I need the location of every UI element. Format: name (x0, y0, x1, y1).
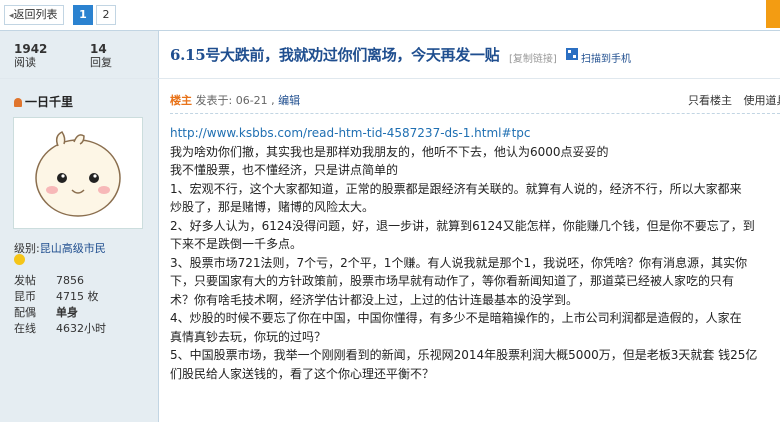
post-line: 们股民给人家送钱的，看了这个你心理还平衡不？ (170, 366, 435, 381)
replies-stat: 14 回复 (90, 42, 112, 70)
post-link[interactable]: http://www.ksbbs.com/read-htm-tid-458723… (170, 124, 780, 143)
author-name[interactable]: 一日千里 (14, 93, 73, 110)
smiley-icon (14, 254, 25, 265)
edit-link[interactable]: 编辑 (278, 94, 300, 107)
post-line: 我为啥劝你们撤，其实我也是那样劝我朋友的，他听不下去，他认为6000点妥妥的 (170, 144, 609, 159)
profile-value: 4632小时 (56, 322, 106, 335)
post-meta: 楼主 发表于: 06-21 , 编辑 (170, 92, 300, 108)
scan-to-phone-link[interactable]: 扫描到手机 (581, 50, 631, 65)
header-divider (0, 78, 780, 79)
post-line: 3、股票市场721法则，7个亏，2个平，1个赚。有人说我就是那个1，我说呸，你凭… (170, 255, 748, 270)
avatar[interactable] (13, 117, 143, 229)
profile-key: 在线 (14, 322, 36, 335)
profile-row: 昆币 4715 枚 (14, 290, 99, 304)
post-line: 5、中国股票市场，我举一个刚刚看到的新闻，乐视网2014年股票利润大概5000万… (170, 348, 758, 362)
back-to-list-button[interactable]: ◂返回列表 (4, 5, 64, 25)
profile-value: 4715 枚 (56, 290, 99, 303)
column-divider (158, 31, 159, 422)
post-line: 1、宏观不行，这个大家都知道，正常的股票都是跟经济有关联的。就算有人说的，经济不… (170, 181, 742, 196)
profile-value: 单身 (56, 306, 78, 319)
thread-title: 6.15号大跌前，我就劝过你们离场，今天再发一贴 (170, 46, 500, 64)
post-line: 术？你有啥毛技术啊，经济学估计都没上过，上过的估计连最基本的没学到。 (170, 292, 579, 307)
top-toolbar: ◂返回列表 1 2 (0, 0, 780, 30)
page-button-2[interactable]: 2 (96, 5, 116, 25)
profile-row: 发帖 7856 (14, 274, 84, 288)
post-line: 下来不是跌倒一千多点。 (170, 237, 303, 251)
replies-label: 回复 (90, 56, 112, 69)
post-actions: 只看楼主 使用道具 (688, 92, 780, 108)
user-icon (14, 98, 22, 107)
profile-key: 昆币 (14, 290, 36, 303)
qr-code-icon[interactable] (566, 48, 578, 60)
profile-key: 发帖 (14, 274, 36, 287)
page-button-1[interactable]: 1 (73, 5, 93, 25)
post-line: 4、炒股的时候不要忘了你在中国，中国你懂得，有多少不是暗箱操作的，上市公司利润都… (170, 311, 742, 325)
replies-count: 14 (90, 42, 107, 56)
author-name-label: 一日千里 (25, 95, 74, 109)
profile-value: 7856 (56, 274, 84, 287)
post-line: 炒股了，那是赌博，赌博的风险太大。 (170, 200, 375, 214)
views-stat: 1942 阅读 (14, 42, 47, 70)
profile-row: 在线 4632小时 (14, 322, 106, 336)
use-tool-link[interactable]: 使用道具 (744, 94, 780, 107)
post-line: 下，只要国家有大的方针政策前，股票市场早就有动作了，等你看新闻知道了，那道菜已经… (170, 274, 735, 288)
level-link[interactable]: 昆山高级市民 (40, 242, 106, 255)
reply-button[interactable] (766, 0, 780, 28)
post-line: 真情真钞去玩，你玩的过吗？ (170, 329, 327, 344)
post-body: http://www.ksbbs.com/read-htm-tid-458723… (170, 124, 780, 383)
profile-key: 配偶 (14, 306, 36, 319)
only-owner-link[interactable]: 只看楼主 (688, 94, 732, 107)
views-count: 1942 (14, 42, 48, 56)
copy-link-button[interactable]: [复制链接] (509, 50, 557, 65)
profile-row: 配偶 单身 (14, 306, 78, 320)
back-to-list-label: 返回列表 (13, 8, 58, 21)
author-level: 级别:昆山高级市民 (14, 240, 106, 256)
post-date: 发表于: 06-21 , (195, 94, 275, 107)
post-divider (170, 113, 780, 114)
post-line: 2、好多人认为，6124没得问题，好，退一步讲，就算到6124又能怎样，你能赚几… (170, 218, 755, 233)
owner-badge: 楼主 (170, 94, 192, 107)
views-label: 阅读 (14, 56, 36, 69)
post-line: 我不懂股票，也不懂经济，只是讲点简单的 (170, 163, 399, 177)
